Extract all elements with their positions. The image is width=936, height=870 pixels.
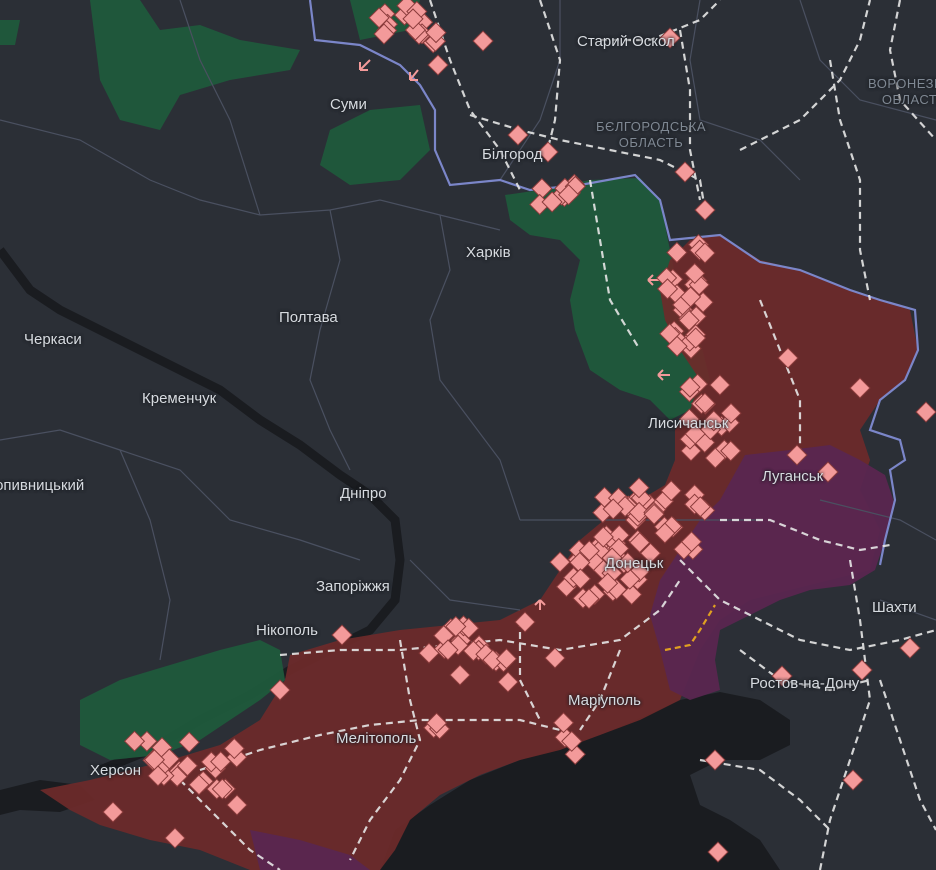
region-label-voronezh: ВОРОНЕЗЬКА ОБЛАСТЬ	[868, 76, 936, 109]
city-label-poltava: Полтава	[279, 309, 338, 326]
city-label-nikopol: Нікополь	[256, 622, 318, 639]
city-label-kropyvnytskyi: Кропивницький	[0, 477, 85, 494]
city-label-zaporizhzhia: Запоріжжя	[316, 578, 390, 595]
region-label-belgorod-line1: БЄЛГОРОДСЬКА	[596, 119, 707, 134]
city-label-staryi-oskil: Старий Оскол	[577, 33, 675, 50]
region-label-voronezh-line1: ВОРОНЕЗЬКА	[868, 76, 936, 91]
city-label-lysychansk: Лисичанськ	[648, 415, 729, 432]
city-label-kharkiv: Харків	[466, 244, 511, 261]
city-label-dnipro: Дніпро	[340, 485, 387, 502]
region-label-belgorod: БЄЛГОРОДСЬКА ОБЛАСТЬ	[596, 119, 706, 152]
city-label-bilhorod: Білгород	[482, 146, 543, 163]
city-label-melitopol: Мелітополь	[336, 730, 417, 747]
city-label-luhansk: Луганськ	[762, 468, 824, 485]
city-label-rostov: Ростов-на-Дону	[750, 675, 860, 692]
region-label-belgorod-line2: ОБЛАСТЬ	[618, 135, 684, 151]
city-label-kherson: Херсон	[90, 762, 141, 779]
war-map[interactable]	[0, 0, 936, 870]
city-label-mariupol: Маріуполь	[568, 692, 641, 709]
region-label-voronezh-line2: ОБЛАСТЬ	[881, 92, 936, 108]
city-label-kremenchuk: Кременчук	[142, 390, 217, 407]
city-label-shakhty: Шахти	[872, 599, 917, 616]
city-label-sumy: Суми	[330, 96, 367, 113]
city-label-cherkasy: Черкаси	[24, 331, 82, 348]
city-label-donetsk: Донецьк	[605, 555, 664, 572]
